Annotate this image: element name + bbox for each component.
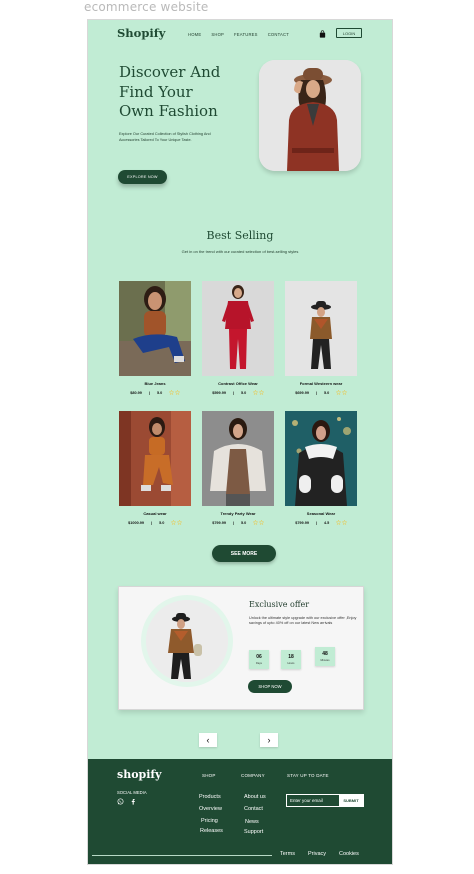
product-price: $799.99: [295, 520, 309, 525]
footer-divider: [92, 855, 272, 856]
product-image[interactable]: [119, 281, 191, 376]
rating-stars-icon: [336, 520, 347, 525]
social-media-label: SOCIAL MEDIA: [117, 790, 147, 795]
rating-stars-icon: [171, 520, 182, 525]
product-meta: $799.99 | 4.5: [285, 520, 357, 525]
nav-contact[interactable]: CONTACT: [268, 32, 289, 37]
product-rating: 5.0: [324, 390, 330, 395]
footer: shopify SOCIAL MEDIA SHOP Products Overv…: [88, 759, 392, 864]
rating-stars-icon: [253, 390, 264, 395]
product-rating: 4.5: [324, 520, 330, 525]
product-card[interactable]: Formal Westeern wear $699.99 | 5.0: [285, 281, 357, 395]
product-image[interactable]: [285, 281, 357, 376]
login-button[interactable]: LOGIN: [336, 28, 362, 38]
countdown-hours: 18 Hours: [281, 650, 301, 669]
rating-stars-icon: [336, 390, 347, 395]
nav-features[interactable]: FEATURES: [234, 32, 258, 37]
footer-link-overview[interactable]: Overview: [199, 806, 222, 812]
best-selling-title: Best Selling: [206, 229, 274, 242]
footer-link-about[interactable]: About us: [244, 794, 266, 800]
product-price: $699.99: [295, 390, 309, 395]
footer-shop-heading: SHOP: [202, 773, 216, 778]
rating-stars-icon: [253, 520, 264, 525]
footer-link-support[interactable]: Support: [244, 829, 263, 835]
product-meta: $699.99 | 5.0: [285, 390, 357, 395]
top-nav: Shopify HOME SHOP FEATURES CONTACT LOGIN: [88, 20, 392, 48]
email-input[interactable]: [287, 795, 339, 806]
offer-image: [146, 600, 228, 682]
offer-title: Exclusive offer: [249, 600, 310, 609]
product-image[interactable]: [202, 411, 274, 506]
product-card[interactable]: Casual wear $1000.99 | 5.0: [119, 411, 191, 525]
product-meta: $599.99 | 5.0: [202, 390, 274, 395]
hero-model-illustration: [259, 60, 361, 171]
footer-link-pricing[interactable]: Pricing: [201, 818, 218, 824]
product-rating: 5.0: [156, 390, 163, 395]
footer-newsletter-heading: STAY UP TO DATE: [287, 773, 329, 778]
countdown-minutes: 48 Minutes: [315, 647, 335, 666]
nav-links: HOME SHOP FEATURES CONTACT: [188, 32, 289, 37]
product-price: $599.99: [212, 390, 226, 395]
footer-link-news[interactable]: News: [245, 819, 259, 825]
product-card[interactable]: Contrast Office Wear $599.99 | 5.0: [202, 281, 274, 395]
chevron-left-icon: ‹: [206, 735, 210, 745]
best-selling-subtitle: Get in on the trend with our curated sel…: [181, 249, 299, 254]
footer-link-products[interactable]: Products: [199, 794, 221, 800]
product-price: $1000.99: [128, 520, 144, 525]
submit-button[interactable]: SUBMIT: [339, 795, 363, 806]
newsletter-form: SUBMIT: [286, 794, 364, 807]
product-image[interactable]: [285, 411, 357, 506]
nav-shop[interactable]: SHOP: [211, 32, 224, 37]
see-more-button[interactable]: SEE MORE: [212, 545, 276, 562]
next-arrow-button[interactable]: ›: [260, 733, 278, 747]
product-name: Blue Jeans: [144, 381, 166, 386]
product-rating: 5.0: [241, 390, 247, 395]
product-price: $799.99: [212, 520, 226, 525]
hero-title: Discover And Find Your Own Fashion: [119, 63, 221, 120]
product-meta: $80.99 | 5.0: [119, 390, 191, 395]
brand-logo[interactable]: Shopify: [117, 26, 165, 40]
footer-link-terms[interactable]: Terms: [280, 851, 295, 857]
product-meta: $799.99 | 5.0: [202, 520, 274, 525]
hero-subtitle: Explore Our Curated Collection of Stylis…: [119, 132, 211, 142]
nav-home[interactable]: HOME: [188, 32, 201, 37]
shopping-bag-icon[interactable]: [319, 30, 326, 38]
rating-stars-icon: [169, 390, 180, 395]
product-image[interactable]: [202, 281, 274, 376]
footer-link-contact[interactable]: Contact: [244, 806, 263, 812]
website-frame: Shopify HOME SHOP FEATURES CONTACT LOGIN…: [87, 19, 393, 865]
whatsapp-icon[interactable]: [117, 798, 124, 805]
product-name: Seasonal Wear: [306, 511, 336, 516]
product-rating: 5.0: [241, 520, 247, 525]
explore-now-button[interactable]: EXPLORE NOW: [118, 170, 167, 184]
exclusive-offer-card: Exclusive offer Unlock the ultimate styl…: [118, 586, 364, 710]
page-caption: ecommerce website: [84, 0, 209, 14]
product-name: Formal Westeern wear: [299, 381, 343, 386]
product-rating: 5.0: [159, 520, 165, 525]
footer-link-releases[interactable]: Releases: [200, 828, 223, 834]
product-card[interactable]: Trendy Party Wear $799.99 | 5.0: [202, 411, 274, 525]
chevron-right-icon: ›: [267, 735, 271, 745]
footer-brand[interactable]: shopify: [117, 768, 162, 781]
hero-image: [259, 60, 361, 171]
footer-link-privacy[interactable]: Privacy: [308, 851, 326, 857]
footer-company-heading: COMPANY: [241, 773, 265, 778]
shop-now-button[interactable]: SHOP NOW: [248, 680, 292, 693]
product-image[interactable]: [119, 411, 191, 506]
product-meta: $1000.99 | 5.0: [119, 520, 191, 525]
product-price: $80.99: [130, 390, 142, 395]
countdown-days: 06 Days: [249, 650, 269, 669]
offer-description: Unlock the ultimate style upgrade with o…: [249, 616, 357, 626]
facebook-icon[interactable]: [130, 798, 137, 805]
social-icons: [117, 798, 137, 805]
prev-arrow-button[interactable]: ‹: [199, 733, 217, 747]
product-name: Contrast Office Wear: [218, 381, 258, 386]
product-card[interactable]: Blue Jeans $80.99 | 5.0: [119, 281, 191, 395]
product-name: Trendy Party Wear: [220, 511, 256, 516]
product-card[interactable]: Seasonal Wear $799.99 | 4.5: [285, 411, 357, 525]
product-name: Casual wear: [143, 511, 167, 516]
footer-link-cookies[interactable]: Cookies: [339, 851, 359, 857]
